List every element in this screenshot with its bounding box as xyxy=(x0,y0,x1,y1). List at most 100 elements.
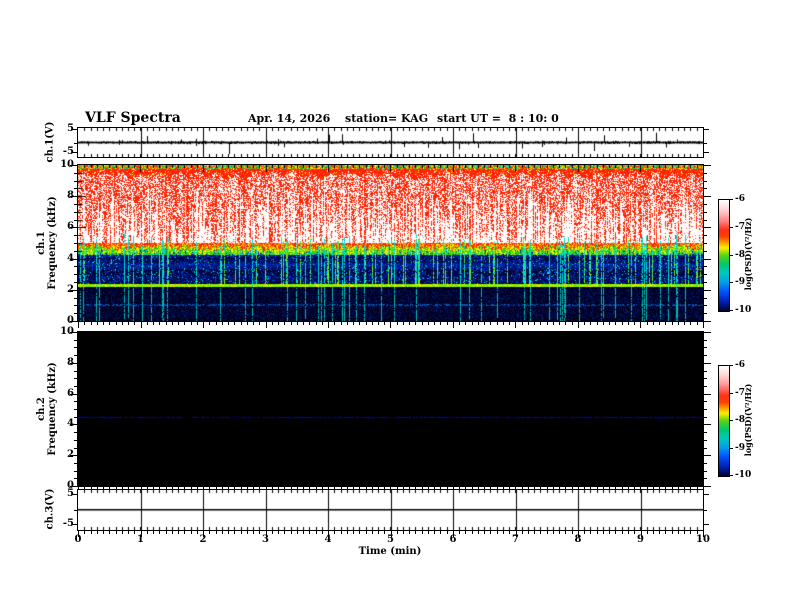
gap-tick xyxy=(384,487,385,490)
y-tick-label: 2 xyxy=(40,450,74,460)
gap-tick xyxy=(422,322,423,325)
y-major-tick xyxy=(703,259,711,260)
y-minor-tick xyxy=(703,401,707,402)
y-major-tick xyxy=(703,129,709,130)
gap-tick xyxy=(590,487,591,490)
gap-tick xyxy=(147,322,148,325)
x-minor-tick xyxy=(590,530,591,534)
gap-tick xyxy=(603,487,604,490)
gap-tick xyxy=(378,487,379,490)
gap-tick xyxy=(247,322,248,325)
y-tick-label: 0 xyxy=(40,316,74,326)
y-minor-tick xyxy=(74,401,78,402)
gap-tick xyxy=(128,322,129,325)
gap-tick xyxy=(134,322,135,325)
gap-tick xyxy=(197,322,198,325)
ylabel-ch1-frequency: ch.1 Frequency (kHz) xyxy=(36,196,58,289)
gap-tick xyxy=(453,322,454,328)
gap-tick xyxy=(684,487,685,490)
colorbar-tick xyxy=(729,448,733,449)
x-minor-tick xyxy=(665,530,666,534)
y-minor-tick xyxy=(74,478,78,479)
y-minor-tick xyxy=(74,188,78,189)
gap-tick xyxy=(97,487,98,490)
x-minor-tick xyxy=(447,530,448,534)
x-axis-title: Time (min) xyxy=(358,546,422,557)
gap-tick xyxy=(297,322,298,325)
y-tick-label: 10 xyxy=(60,326,74,337)
colorbar-tick xyxy=(729,199,733,200)
y-major-tick xyxy=(703,165,711,166)
y-major-tick xyxy=(703,524,709,525)
gap-tick xyxy=(528,487,529,490)
gap-tick xyxy=(622,487,623,490)
y-major-tick xyxy=(70,486,78,487)
gap-tick xyxy=(522,322,523,325)
panel-ch2-spectrogram xyxy=(77,331,704,487)
x-minor-tick xyxy=(378,530,379,534)
gap-tick xyxy=(565,322,566,325)
gap-tick xyxy=(415,487,416,490)
gap-tick xyxy=(553,322,554,325)
y-minor-tick xyxy=(74,204,78,205)
gap-tick xyxy=(116,487,117,490)
gap-tick xyxy=(509,322,510,325)
gap-tick xyxy=(216,322,217,325)
gap-tick xyxy=(347,487,348,490)
gap-tick xyxy=(622,322,623,325)
y-tick-label: 5 xyxy=(67,123,74,134)
x-minor-tick xyxy=(128,530,129,534)
gap-tick xyxy=(422,487,423,490)
x-minor-tick xyxy=(103,530,104,534)
gap-tick xyxy=(228,322,229,325)
gap-tick xyxy=(166,487,167,490)
y-minor-tick xyxy=(703,432,707,433)
x-tick-label: 10 xyxy=(696,534,710,545)
y-tick-label: 10 xyxy=(60,159,74,170)
x-minor-tick xyxy=(166,530,167,534)
gap-tick xyxy=(428,322,429,325)
y-minor-tick xyxy=(703,386,707,387)
colorbar-tick xyxy=(729,227,733,228)
gap-tick xyxy=(316,487,317,490)
x-minor-tick xyxy=(178,530,179,534)
colorbar-tick-label: -8 xyxy=(735,250,745,260)
colorbar-tick-label: -9 xyxy=(735,277,745,287)
gap-tick xyxy=(84,487,85,490)
y-minor-tick xyxy=(74,173,78,174)
y-minor-tick xyxy=(74,313,78,314)
y-major-tick xyxy=(703,394,711,395)
y-tick-label: 8 xyxy=(40,358,74,368)
gap-tick xyxy=(334,322,335,325)
y-major-tick xyxy=(703,290,711,291)
x-minor-tick xyxy=(678,530,679,534)
gap-tick xyxy=(472,487,473,490)
y-tick-label: 6 xyxy=(40,389,74,399)
x-minor-tick xyxy=(440,530,441,534)
gap-tick xyxy=(703,487,704,490)
x-tick-label: 9 xyxy=(637,534,644,545)
gap-tick xyxy=(703,322,704,328)
y-minor-tick xyxy=(74,448,78,449)
gap-tick xyxy=(628,322,629,325)
gap-tick xyxy=(147,487,148,490)
x-minor-tick xyxy=(659,530,660,534)
gap-tick xyxy=(184,487,185,490)
gap-tick xyxy=(478,322,479,325)
gap-tick xyxy=(191,487,192,490)
x-minor-tick xyxy=(241,530,242,534)
y-major-tick xyxy=(703,196,711,197)
gap-tick xyxy=(653,487,654,490)
y-tick-label: 6 xyxy=(40,222,74,232)
gap-tick xyxy=(397,487,398,490)
gap-tick xyxy=(390,322,391,328)
x-minor-tick xyxy=(284,530,285,534)
gap-tick xyxy=(366,487,367,490)
gap-tick xyxy=(172,487,173,490)
y-minor-tick xyxy=(703,340,707,341)
x-minor-tick xyxy=(553,530,554,534)
x-minor-tick xyxy=(147,530,148,534)
y-minor-tick xyxy=(703,417,707,418)
gap-tick xyxy=(203,322,204,328)
gap-tick xyxy=(472,322,473,325)
